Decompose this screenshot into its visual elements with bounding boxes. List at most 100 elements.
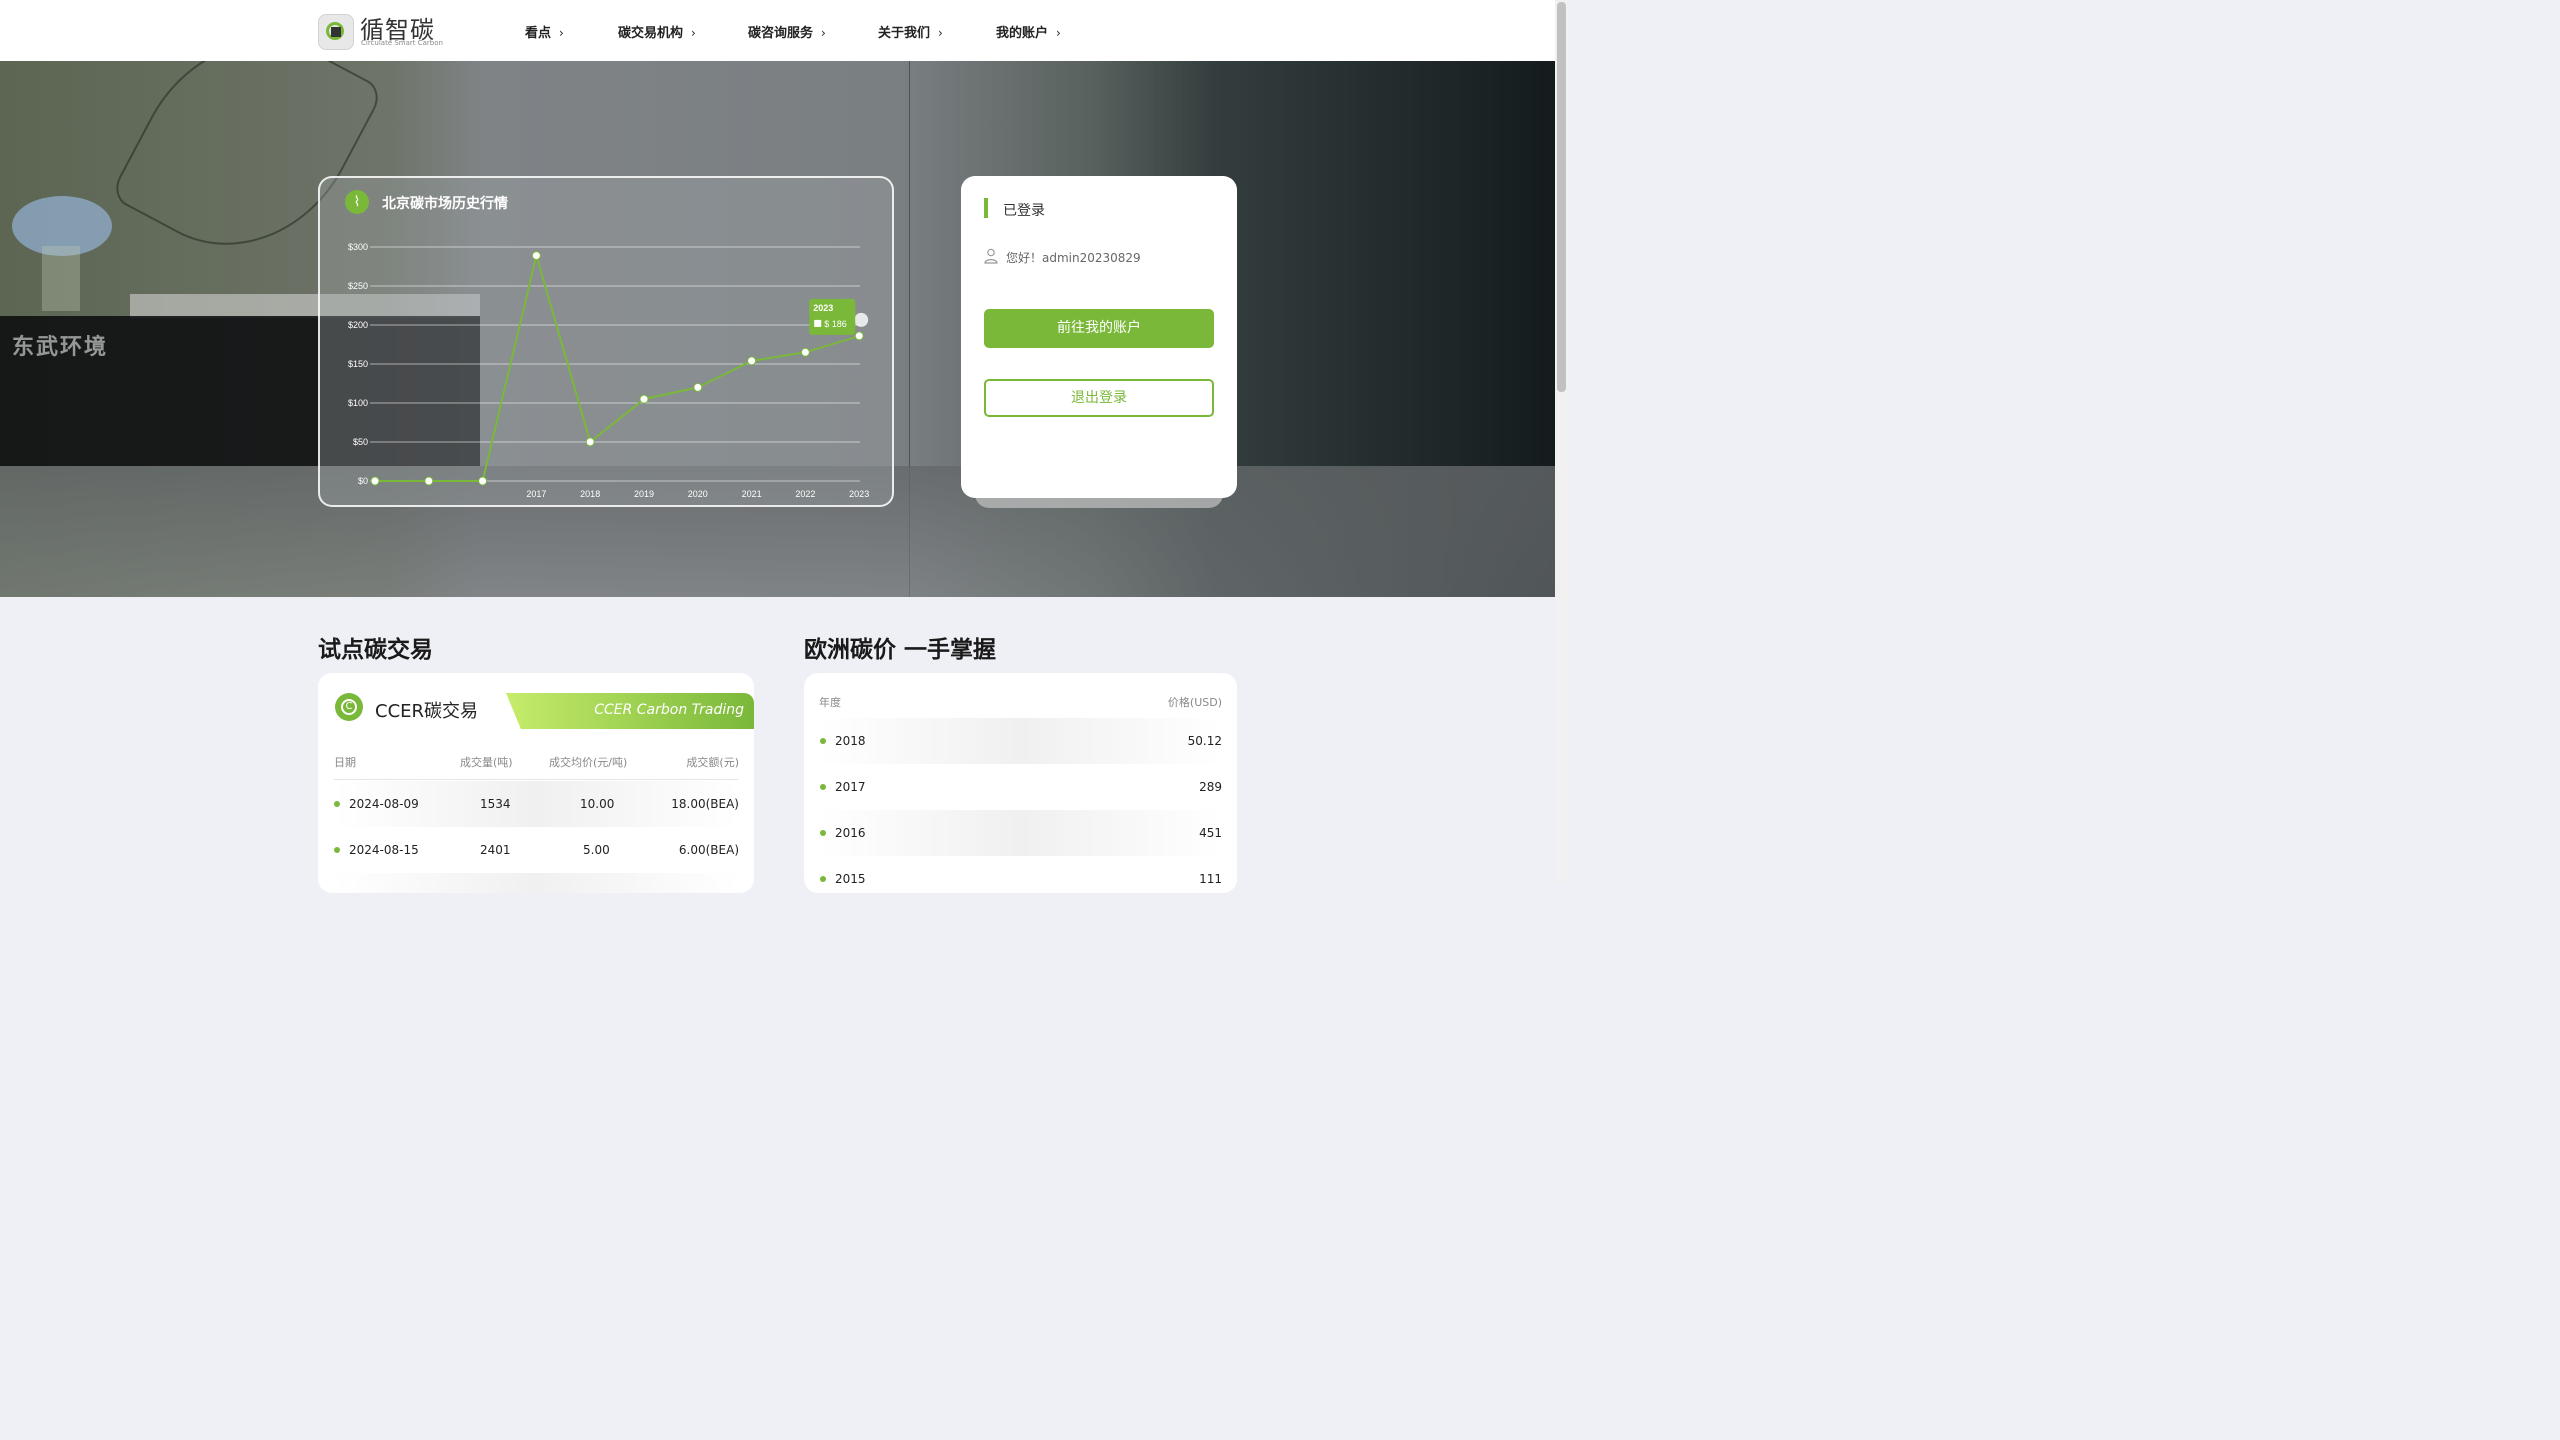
nav-item-label: 碳交易机构 [618,26,684,41]
y-tick-label: $300 [348,242,368,252]
row-bullet-icon [334,847,340,853]
ccer-icon: C [335,693,363,721]
y-tick-label: $200 [348,320,368,330]
hover-marker [854,312,869,327]
column-header-amount: 成交额(元) [686,756,739,769]
data-point [531,251,541,261]
ccer-trading-card: CCER Carbon Trading C CCER碳交易 日期 成交量(吨) … [318,673,754,893]
table-row [819,718,1222,764]
row-price: 50.12 [1187,734,1222,748]
row-bullet-icon [820,784,826,790]
row-date: 2024-08-09 [349,797,419,811]
column-header-year: 年度 [819,696,841,709]
row-volume: 1534 [480,797,511,811]
logo-icon [318,14,354,50]
row-avg-price: 5.00 [583,843,610,857]
ccer-card-title: CCER碳交易 [375,701,479,722]
row-avg-price: 10.00 [580,797,615,811]
series-line [375,251,860,482]
nav-item-kandian[interactable]: 看点 › [525,22,564,41]
vase-stem [42,246,80,311]
y-tick-label: $100 [348,398,368,408]
data-point [693,382,703,392]
eu-carbon-price-card: 年度 价格(USD) 2018 50.12 2017 289 2016 451 … [804,673,1237,893]
chevron-right-icon: › [559,26,564,40]
nav-item-label: 我的账户 [996,26,1049,41]
table-row [334,873,738,893]
scrollbar-thumb[interactable] [1557,2,1566,392]
row-year: 2018 [835,734,866,748]
nav-item-label: 关于我们 [878,26,931,41]
line-chart: $0 $50 $100 $150 $200 $250 $300 2017 2018 2019 202… [348,242,869,499]
row-price: 451 [1199,826,1222,840]
y-tick-label: $250 [348,281,368,291]
row-year: 2015 [835,872,866,886]
column-header-avg-price: 成交均价(元/吨) [549,756,628,769]
tooltip-swatch [814,319,822,327]
nav-item-my-account[interactable]: 我的账户 › [996,22,1061,41]
x-tick-label: 2018 [580,489,600,499]
table-header-divider [334,779,738,780]
x-tick-label: 2022 [795,489,815,499]
user-greeting: 您好！admin20230829 [1006,251,1141,265]
data-point [370,476,380,486]
tooltip-year: 2023 [813,303,833,313]
eu-carbon-price-section-title: 欧洲碳价 一手掌握 [804,637,997,663]
data-point [478,476,488,486]
chevron-right-icon: › [821,26,826,40]
site-logo[interactable]: 循智碳 Circulate Smart Carbon [318,12,443,52]
chevron-right-icon: › [1056,26,1061,40]
logout-button[interactable]: 退出登录 [984,379,1214,417]
site-header: 循智碳 Circulate Smart Carbon 看点 › 碳交易机构 › 碳咨… [0,0,1555,61]
nav-item-label: 碳咨询服务 [748,26,814,41]
pilot-trading-section-title: 试点碳交易 [318,637,433,663]
row-price: 289 [1199,780,1222,794]
data-point [424,476,434,486]
data-point [747,356,757,366]
row-amount: 18.00(BEA) [671,797,739,811]
market-history-chart-panel: ⌇ 北京碳市场历史行情 $0 $50 $100 $150 $200 $250 $300 201… [318,176,894,507]
x-tick-label: 2019 [634,489,654,499]
data-point [639,394,649,404]
logo-name-en: Circulate Smart Carbon [361,39,443,47]
row-year: 2016 [835,826,866,840]
user-icon [984,248,998,264]
x-tick-label: 2021 [742,489,762,499]
data-point [800,347,810,357]
vertical-scrollbar[interactable] [1555,0,1568,882]
x-tick-label: 2023 [849,489,869,499]
nav-item-about[interactable]: 关于我们 › [878,22,943,41]
row-bullet-icon [820,876,826,882]
go-to-account-button[interactable]: 前往我的账户 [984,309,1214,348]
y-tick-label: $50 [353,437,368,447]
nav-item-trading-institutions[interactable]: 碳交易机构 › [618,22,696,41]
column-header-date: 日期 [334,756,356,769]
login-status-card: 已登录 您好！admin20230829 前往我的账户 退出登录 [961,176,1237,498]
row-amount: 6.00(BEA) [678,843,739,857]
column-header-price: 价格(USD) [1167,696,1222,709]
row-bullet-icon [820,738,826,744]
nav-item-label: 看点 [525,26,552,41]
nav-item-consulting[interactable]: 碳咨询服务 › [748,22,826,41]
login-status-title: 已登录 [1003,203,1045,219]
data-point [585,437,595,447]
row-bullet-icon [334,801,340,807]
column-header-volume: 成交量(吨) [460,756,513,769]
hero-company-sign: 东武环境 [12,335,109,360]
chevron-right-icon: › [938,26,943,40]
data-point [854,331,864,341]
chevron-right-icon: › [691,26,696,40]
y-tick-label: $150 [348,359,368,369]
ccer-ribbon-text: CCER Carbon Trading [594,702,744,718]
row-year: 2017 [835,780,866,794]
x-tick-label: 2017 [526,489,546,499]
y-tick-label: $0 [358,476,368,486]
title-accent-bar [984,198,988,218]
row-bullet-icon [820,830,826,836]
ccer-ribbon: CCER Carbon Trading [506,693,754,729]
tooltip-value: $ 186 [824,319,847,329]
row-volume: 2401 [480,843,511,857]
row-price: 111 [1199,872,1222,886]
row-date: 2024-08-15 [349,843,419,857]
x-tick-label: 2020 [688,489,708,499]
